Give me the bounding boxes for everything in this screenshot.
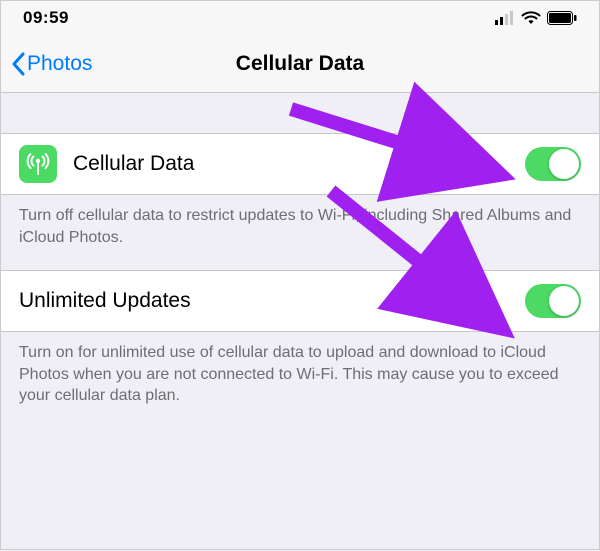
battery-icon bbox=[547, 11, 577, 25]
row-unlimited-updates: Unlimited Updates bbox=[1, 270, 599, 332]
cellular-antenna-icon bbox=[19, 145, 57, 183]
toggle-knob bbox=[549, 286, 579, 316]
status-bar: 09:59 bbox=[1, 1, 599, 35]
row-unlimited-updates-label: Unlimited Updates bbox=[19, 289, 525, 313]
wifi-icon bbox=[521, 11, 541, 25]
section-spacer bbox=[1, 93, 599, 133]
cellular-signal-icon bbox=[495, 11, 515, 25]
status-indicators bbox=[495, 11, 577, 25]
back-button[interactable]: Photos bbox=[1, 52, 92, 76]
row-unlimited-updates-footer: Turn on for unlimited use of cellular da… bbox=[1, 332, 599, 429]
toggle-cellular-data[interactable] bbox=[525, 147, 581, 181]
back-label: Photos bbox=[27, 52, 92, 76]
row-cellular-data: Cellular Data bbox=[1, 133, 599, 195]
toggle-knob bbox=[549, 149, 579, 179]
nav-bar: Photos Cellular Data bbox=[1, 35, 599, 93]
chevron-left-icon bbox=[11, 52, 25, 76]
toggle-unlimited-updates[interactable] bbox=[525, 284, 581, 318]
status-time: 09:59 bbox=[23, 8, 69, 28]
row-cellular-data-label: Cellular Data bbox=[73, 152, 525, 176]
row-cellular-data-footer: Turn off cellular data to restrict updat… bbox=[1, 195, 599, 270]
